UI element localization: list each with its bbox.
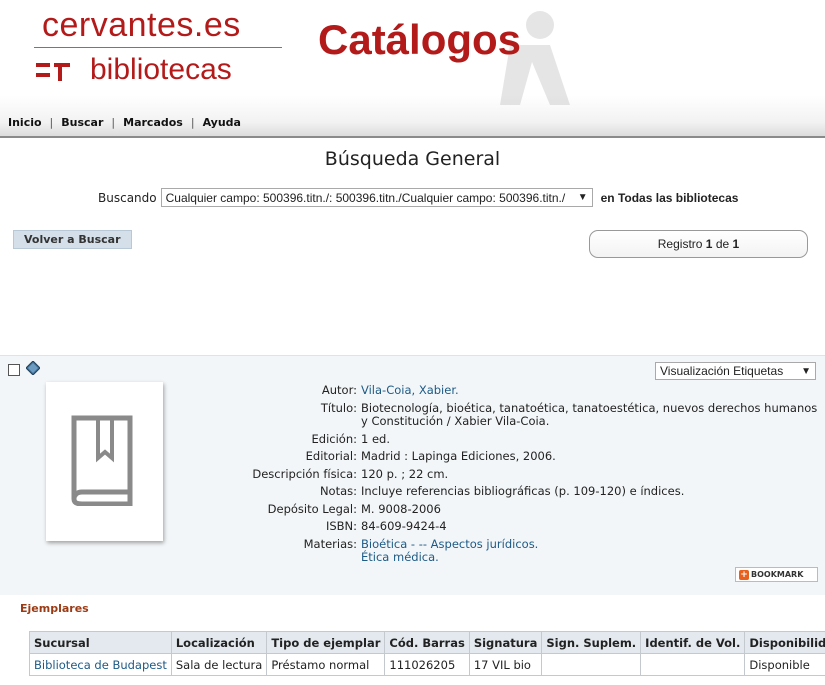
record-of: de <box>715 237 730 251</box>
cell-tipo: Préstamo normal <box>266 653 386 676</box>
table-row: Biblioteca de Budapest Sala de lectura P… <box>29 653 825 676</box>
record-panel: Visualización Etiquetas ▼ Autor: Vila-Co… <box>0 355 825 595</box>
record-label: Registro <box>657 237 703 251</box>
subject-link[interactable]: Ética médica. <box>361 550 820 565</box>
field-label: Descripción física: <box>252 466 357 481</box>
copies-table: Sucursal Localización Tipo de ejemplar C… <box>29 631 825 676</box>
nav-marcados[interactable]: Marcados <box>115 116 191 129</box>
bookmark-label: BOOKMARK <box>751 570 804 579</box>
book-cover <box>46 382 163 541</box>
field-value-notas: Incluye referencias bibliográficas (p. 1… <box>361 484 685 498</box>
record-total: 1 <box>732 237 740 251</box>
chevron-down-icon: ▼ <box>801 366 811 377</box>
field-value-isbn: 84-609-9424-4 <box>361 519 447 533</box>
field-label: ISBN: <box>325 519 357 533</box>
column-header: Cód. Barras <box>384 631 470 654</box>
field-value-deposito: M. 9008-2006 <box>361 501 441 516</box>
record-fields: Autor: Vila-Coia, Xabier. Título: Biotec… <box>250 383 820 569</box>
field-editorial: Editorial: Madrid : Lapinga Ediciones, 2… <box>250 449 820 464</box>
cell-signatura: 17 VIL bio <box>468 653 543 676</box>
logo-cervantes[interactable]: cervantes.es <box>42 6 241 45</box>
column-header: Disponibilidad <box>744 631 825 654</box>
field-label: Autor: <box>321 383 357 397</box>
app-title: Catálogos <box>318 16 522 63</box>
field-label: Título: <box>320 400 357 415</box>
field-value-editorial: Madrid : Lapinga Ediciones, 2006. <box>361 449 556 463</box>
author-link[interactable]: Vila-Coia, Xabier. <box>361 383 820 398</box>
field-notas: Notas: Incluye referencias bibliográfica… <box>250 484 820 499</box>
cell-sucursal[interactable]: Biblioteca de Budapest <box>29 653 172 676</box>
nav-buscar[interactable]: Buscar <box>53 116 111 129</box>
cell-identif-vol <box>640 653 746 676</box>
field-titulo: Título: Biotecnología, bioética, tanatoé… <box>250 400 820 429</box>
record-current: 1 <box>705 237 713 251</box>
chevron-down-icon: ▼ <box>577 192 588 203</box>
cell-barcode: 111026205 <box>384 653 470 676</box>
field-label: Editorial: <box>305 449 357 463</box>
cell-sign-suplem <box>541 653 642 676</box>
cell-disponibilidad: Disponible <box>744 653 825 676</box>
field-label: Edición: <box>311 431 357 446</box>
cervantes-symbol-icon <box>36 63 70 81</box>
nav-ayuda[interactable]: Ayuda <box>195 116 249 129</box>
select-record-checkbox[interactable] <box>8 364 20 376</box>
subject-link[interactable]: Bioética - -- Aspectos jurídicos. <box>361 537 820 552</box>
copies-section-title: Ejemplares <box>20 602 89 615</box>
cell-localizacion: Sala de lectura <box>170 653 268 676</box>
nav-inicio[interactable]: Inicio <box>0 116 50 129</box>
field-value-autor: Vila-Coia, Xabier. <box>361 383 820 398</box>
field-value-edicion: 1 ed. <box>361 431 391 446</box>
site-header: cervantes.es bibliotecas Catálogos Inici… <box>0 0 825 138</box>
search-label: Buscando <box>98 190 157 205</box>
field-label: Depósito Legal: <box>267 501 357 516</box>
field-isbn: ISBN: 84-609-9424-4 <box>250 519 820 534</box>
logo-divider <box>34 47 282 48</box>
search-query-select[interactable]: Cualquier campo: 500396.titn./: 500396.t… <box>160 188 593 207</box>
field-label: Materias: <box>303 536 357 551</box>
field-value-materias: Bioética - -- Aspectos jurídicos. Ética … <box>361 537 820 565</box>
column-header: Signatura <box>468 631 543 654</box>
table-header-row: Sucursal Localización Tipo de ejemplar C… <box>29 631 825 654</box>
search-scope: en Todas las bibliotecas <box>600 190 739 205</box>
bookmark-plus-icon: + <box>739 569 749 580</box>
field-autor: Autor: Vila-Coia, Xabier. <box>250 383 820 398</box>
field-label: Notas: <box>319 484 357 498</box>
page-title: Búsqueda General <box>324 148 501 170</box>
book-icon <box>71 415 133 506</box>
column-header: Tipo de ejemplar <box>266 631 386 654</box>
record-type-icon[interactable] <box>26 361 40 375</box>
back-to-search-button[interactable]: Volver a Buscar <box>13 230 132 249</box>
record-counter: Registro 1 de 1 <box>589 230 808 258</box>
search-summary: Buscando Cualquier campo: 500396.titn./:… <box>98 188 738 207</box>
logo-bibliotecas[interactable]: bibliotecas <box>90 53 232 87</box>
bookmark-button[interactable]: + BOOKMARK <box>735 567 818 582</box>
column-header: Sign. Suplem. <box>541 631 642 654</box>
view-mode-select[interactable]: Visualización Etiquetas ▼ <box>655 362 816 380</box>
field-value-descripcion: 120 p. ; 22 cm. <box>361 466 449 481</box>
column-header: Sucursal <box>29 631 172 654</box>
column-header: Identif. de Vol. <box>640 631 746 654</box>
main-nav: Inicio | Buscar | Marcados | Ayuda <box>0 114 249 130</box>
view-mode-value: Visualización Etiquetas <box>660 364 784 378</box>
search-query-value: Cualquier campo: 500396.titn./: 500396.t… <box>165 191 566 205</box>
column-header: Localización <box>170 631 268 654</box>
field-edicion: Edición: 1 ed. <box>250 431 820 447</box>
field-deposito: Depósito Legal: M. 9008-2006 <box>250 501 820 517</box>
field-value-titulo: Biotecnología, bioética, tanatoética, ta… <box>361 400 818 428</box>
field-materias: Materias: Bioética - -- Aspectos jurídic… <box>250 536 820 565</box>
field-descripcion: Descripción física: 120 p. ; 22 cm. <box>250 466 820 482</box>
